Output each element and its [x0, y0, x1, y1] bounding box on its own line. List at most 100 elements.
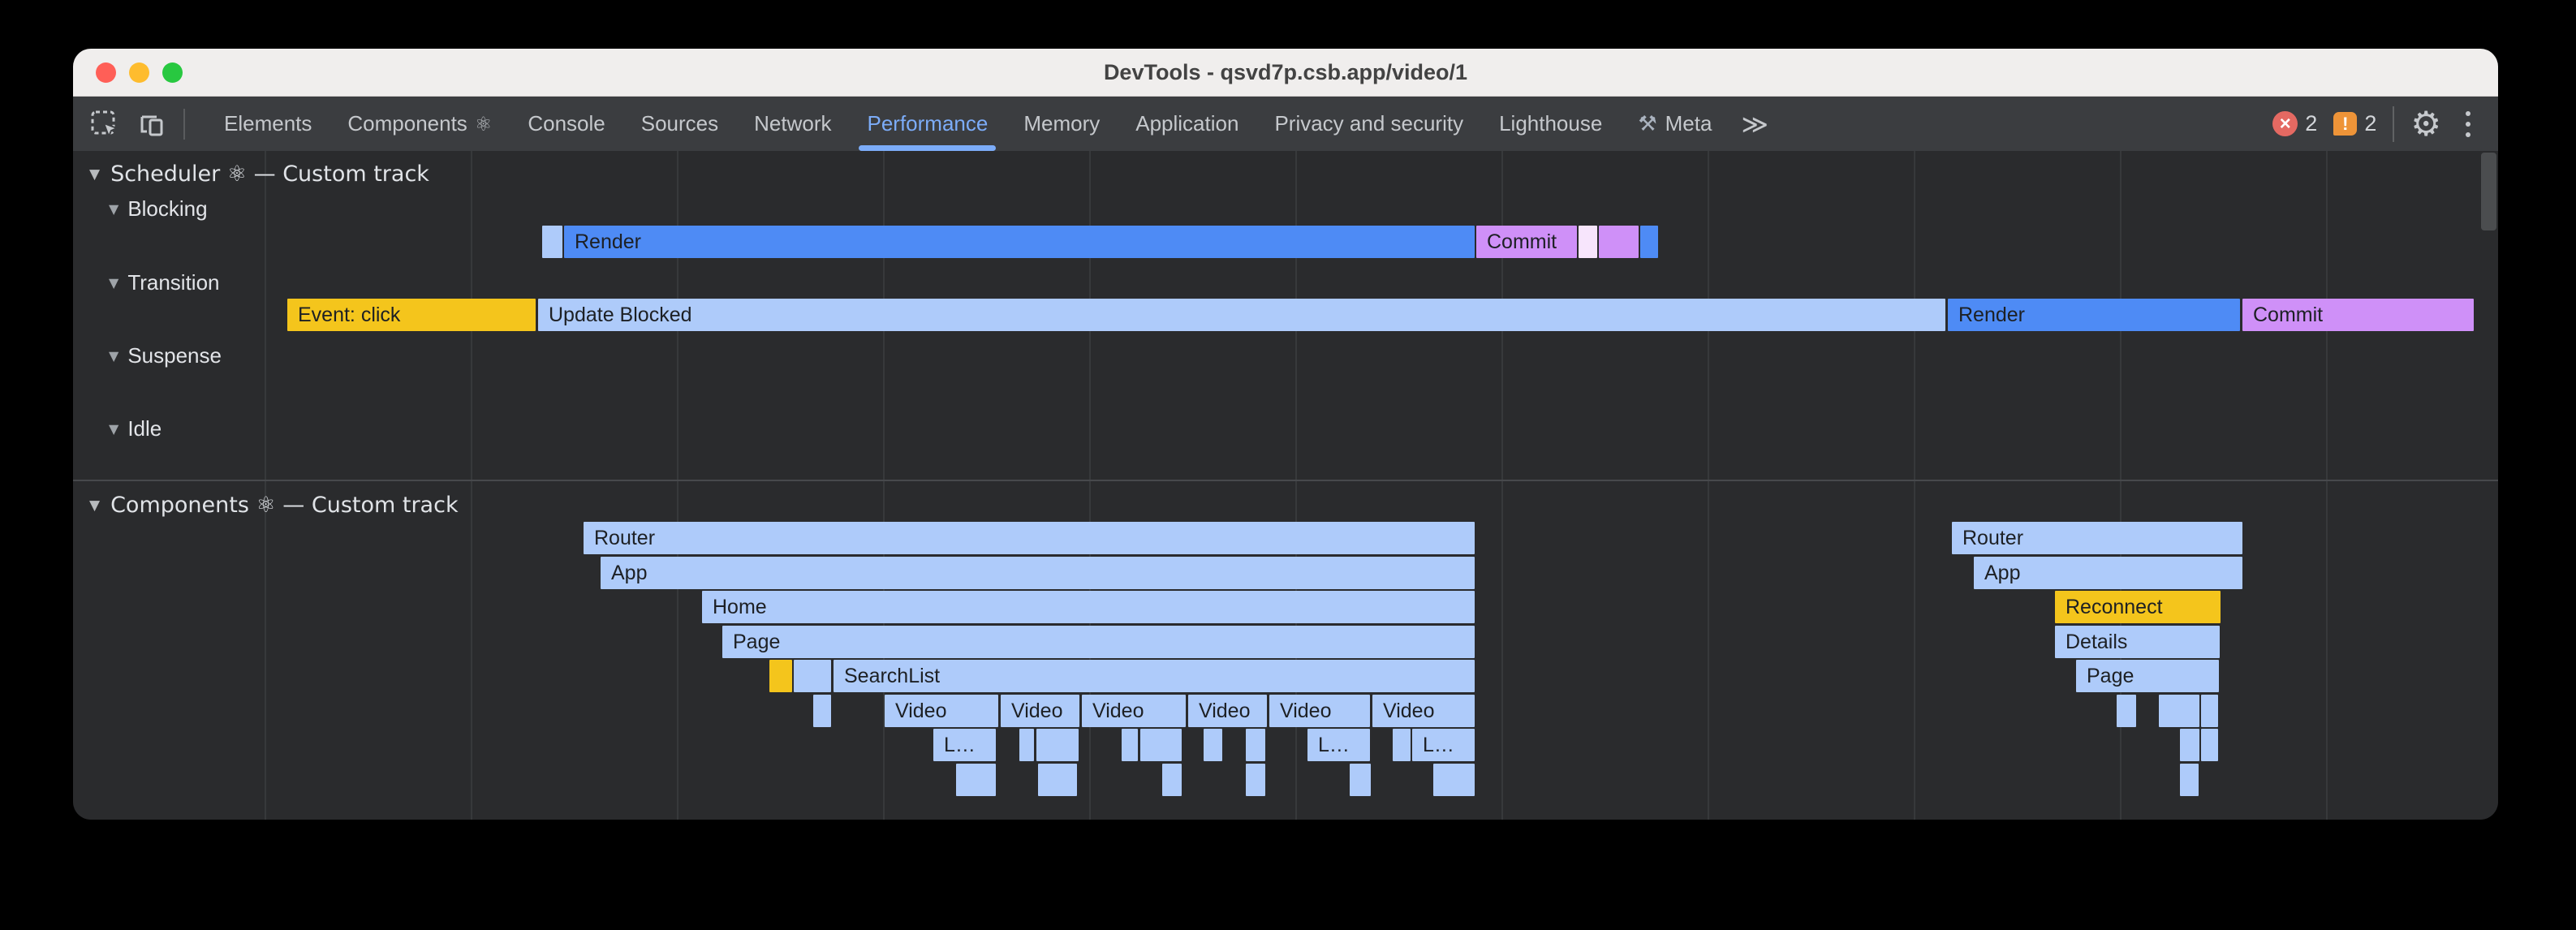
tab-memory[interactable]: Memory	[1006, 97, 1118, 151]
tab-label: Memory	[1023, 111, 1100, 136]
tab-application[interactable]: Application	[1118, 97, 1256, 151]
titlebar[interactable]: DevTools - qsvd7p.csb.app/video/1	[73, 49, 2498, 97]
flame-bar[interactable]	[813, 695, 831, 727]
flame-bar[interactable]	[1640, 226, 1658, 258]
flame-bar[interactable]	[1122, 729, 1138, 761]
tab-label: Performance	[867, 111, 988, 136]
flame-bar[interactable]	[2180, 729, 2199, 761]
toolbar-divider	[183, 109, 185, 140]
tab-performance[interactable]: Performance	[849, 97, 1006, 151]
flame-bar-video[interactable]: Video	[1001, 695, 1079, 727]
collapse-arrow-icon[interactable]: ▼	[109, 348, 118, 364]
close-button[interactable]	[96, 62, 116, 83]
tab-elements[interactable]: Elements	[206, 97, 330, 151]
flame-bar[interactable]	[1393, 729, 1411, 761]
collapse-arrow-icon[interactable]: ▼	[109, 201, 118, 217]
flame-bar[interactable]	[2201, 695, 2218, 727]
vertical-scrollbar-thumb[interactable]	[2481, 153, 2496, 230]
collapse-arrow-icon[interactable]: ▼	[89, 497, 100, 514]
flame-bar-router[interactable]: Router	[1952, 522, 2242, 554]
tab-meta[interactable]: ⚒Meta	[1620, 97, 1730, 151]
components-track-header[interactable]: ▼ Components ⚛ — Custom track	[89, 493, 459, 518]
collapse-arrow-icon[interactable]: ▼	[109, 421, 118, 437]
flame-bar-details[interactable]: Details	[2055, 626, 2220, 658]
more-tabs-button[interactable]: ≫	[1730, 97, 1777, 151]
toolbar-divider	[2393, 106, 2394, 142]
flame-bar[interactable]	[1140, 729, 1182, 761]
flame-bar-app[interactable]: App	[601, 557, 1475, 589]
flame-bar-video[interactable]: Video	[1269, 695, 1370, 727]
scheduler-lane-suspense[interactable]: ▼Suspense	[109, 343, 222, 368]
flame-bar[interactable]	[1038, 764, 1077, 796]
flame-bar[interactable]	[2180, 764, 2199, 796]
flame-bar-commit[interactable]: Commit	[1476, 226, 1577, 258]
toolbar-right: × 2 ! 2 ⚙	[2272, 106, 2498, 142]
flame-bar[interactable]	[1019, 729, 1034, 761]
flame-bar-commit[interactable]: Commit	[2242, 299, 2474, 331]
performance-flamechart[interactable]: ▼ Scheduler ⚛ — Custom track ▼ Blocking ▼T…	[73, 151, 2498, 820]
lane-label: Blocking	[127, 196, 207, 222]
scheduler-lane-blocking[interactable]: ▼ Blocking	[109, 196, 208, 222]
tab-label: Console	[528, 111, 605, 136]
warning-badge[interactable]: ! 2	[2333, 111, 2376, 136]
flame-bar[interactable]	[1433, 764, 1475, 796]
flame-bar[interactable]	[1350, 764, 1371, 796]
flame-bar-video[interactable]: Video	[1188, 695, 1267, 727]
flame-bar-home[interactable]: Home	[702, 591, 1475, 623]
flame-bar-page[interactable]: Page	[722, 626, 1475, 658]
tab-privacy-and-security[interactable]: Privacy and security	[1256, 97, 1481, 151]
flame-bar-render[interactable]: Render	[564, 226, 1475, 258]
flame-bar-l-[interactable]: L…	[933, 729, 996, 761]
components-track-label: Components ⚛ — Custom track	[110, 493, 459, 518]
flame-bar-router[interactable]: Router	[584, 522, 1475, 554]
tab-components[interactable]: Components⚛	[330, 97, 510, 151]
flame-bar[interactable]	[2117, 695, 2136, 727]
scheduler-track-header[interactable]: ▼ Scheduler ⚛ — Custom track	[89, 161, 429, 187]
flame-bar-event-click[interactable]: Event: click	[287, 299, 536, 331]
flame-bar-video[interactable]: Video	[1082, 695, 1186, 727]
device-toolbar-icon[interactable]	[136, 109, 167, 140]
flame-bar[interactable]	[1579, 226, 1597, 258]
atom-icon: ⚛	[475, 113, 493, 136]
flame-bar-l-[interactable]: L…	[1307, 729, 1370, 761]
flame-bar[interactable]	[794, 660, 831, 692]
flame-bar-page[interactable]: Page	[2076, 660, 2219, 692]
flame-bar[interactable]	[1246, 764, 1265, 796]
flame-bar-l-[interactable]: L…	[1412, 729, 1475, 761]
inspect-element-icon[interactable]	[89, 109, 120, 140]
timeline-gridline	[265, 151, 266, 820]
flame-bar[interactable]	[2201, 729, 2218, 761]
flame-bar[interactable]	[1036, 729, 1079, 761]
flame-bar-searchlist[interactable]: SearchList	[834, 660, 1475, 692]
tab-label: Sources	[641, 111, 718, 136]
flame-bar[interactable]	[1246, 729, 1265, 761]
flame-bar-update-blocked[interactable]: Update Blocked	[538, 299, 1945, 331]
tab-sources[interactable]: Sources	[623, 97, 736, 151]
flame-bar-render[interactable]: Render	[1948, 299, 2240, 331]
scheduler-lane-idle[interactable]: ▼Idle	[109, 416, 162, 441]
tab-label: Application	[1135, 111, 1238, 136]
error-badge[interactable]: × 2	[2272, 111, 2317, 136]
track-separator	[73, 480, 2498, 481]
flame-bar-app[interactable]: App	[1974, 557, 2242, 589]
kebab-menu-icon[interactable]	[2458, 111, 2479, 137]
settings-gear-icon[interactable]: ⚙	[2410, 107, 2441, 141]
flame-bar[interactable]	[1162, 764, 1182, 796]
minimize-button[interactable]	[129, 62, 149, 83]
flame-bar[interactable]	[956, 764, 996, 796]
zoom-button[interactable]	[162, 62, 183, 83]
flame-bar[interactable]	[542, 226, 562, 258]
scheduler-lane-transition[interactable]: ▼Transition	[109, 270, 220, 295]
flame-bar[interactable]	[769, 660, 792, 692]
tab-lighthouse[interactable]: Lighthouse	[1481, 97, 1620, 151]
tab-network[interactable]: Network	[736, 97, 849, 151]
flame-bar[interactable]	[2159, 695, 2199, 727]
flame-bar[interactable]	[1599, 226, 1639, 258]
collapse-arrow-icon[interactable]: ▼	[89, 166, 100, 183]
flame-bar[interactable]	[1204, 729, 1222, 761]
collapse-arrow-icon[interactable]: ▼	[109, 275, 118, 291]
flame-bar-video[interactable]: Video	[1372, 695, 1475, 727]
tab-console[interactable]: Console	[510, 97, 622, 151]
flame-bar-video[interactable]: Video	[885, 695, 998, 727]
flame-bar-reconnect[interactable]: Reconnect	[2055, 591, 2221, 623]
